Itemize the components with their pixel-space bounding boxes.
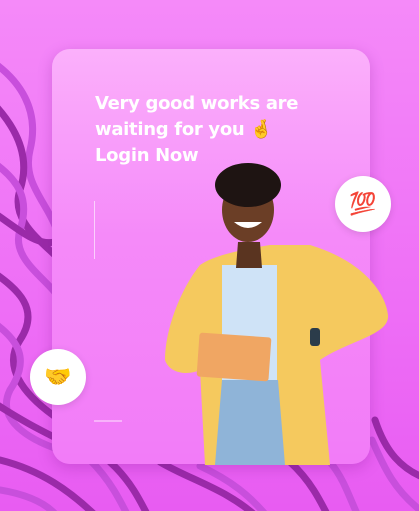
handshake-icon: 🤝 (44, 364, 72, 390)
handshake-badge: 🤝 (30, 349, 86, 405)
hundred-points-badge: 💯 (335, 176, 391, 232)
divider-vertical (94, 201, 95, 259)
hundred-points-icon: 💯 (349, 191, 377, 217)
headline-line-1: Very good works are (95, 93, 299, 114)
headline-line-2: waiting for you 🤞 (95, 119, 273, 140)
divider-horizontal (94, 420, 122, 422)
